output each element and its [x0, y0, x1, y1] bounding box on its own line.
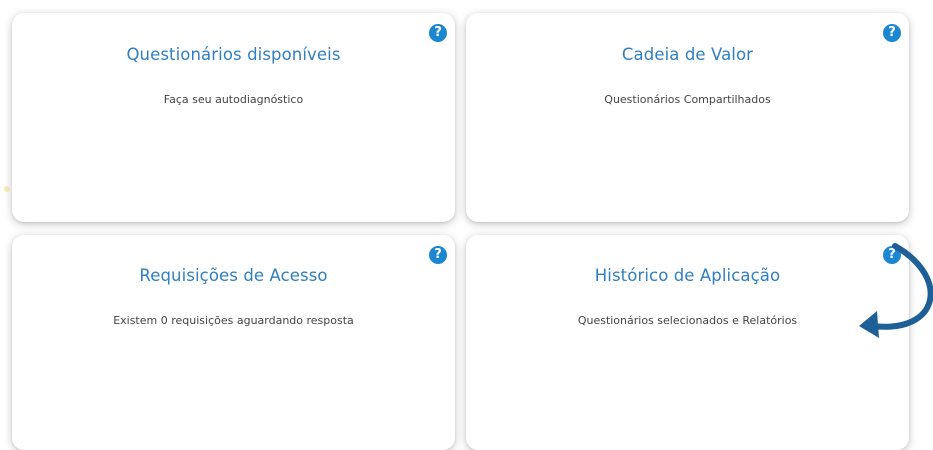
card-title[interactable]: Requisições de Acesso: [12, 266, 455, 285]
curved-arrow-icon: [859, 243, 933, 338]
card-subtitle: Faça seu autodiagnóstico: [163, 93, 304, 106]
card-subtitle: Existem 0 requisições aguardando respost…: [113, 314, 354, 327]
card-historico-de-aplicacao[interactable]: Histórico de Aplicação Questionários sel…: [466, 235, 909, 450]
card-title[interactable]: Questionários disponíveis: [12, 45, 455, 64]
help-icon[interactable]: ?: [429, 246, 447, 264]
card-requisicoes-de-acesso[interactable]: Requisições de Acesso Existem 0 requisiç…: [12, 235, 455, 450]
faint-mark: [4, 186, 10, 192]
card-questionarios-disponiveis[interactable]: Questionários disponíveis Faça seu autod…: [12, 13, 455, 222]
card-title[interactable]: Cadeia de Valor: [466, 45, 909, 64]
help-icon[interactable]: ?: [429, 24, 447, 42]
card-title[interactable]: Histórico de Aplicação: [466, 266, 909, 285]
help-icon[interactable]: ?: [883, 24, 901, 42]
card-cadeia-de-valor[interactable]: Cadeia de Valor Questionários Compartilh…: [466, 13, 909, 222]
card-subtitle: Questionários Compartilhados: [604, 93, 771, 106]
card-subtitle: Questionários selecionados e Relatórios: [577, 314, 798, 327]
